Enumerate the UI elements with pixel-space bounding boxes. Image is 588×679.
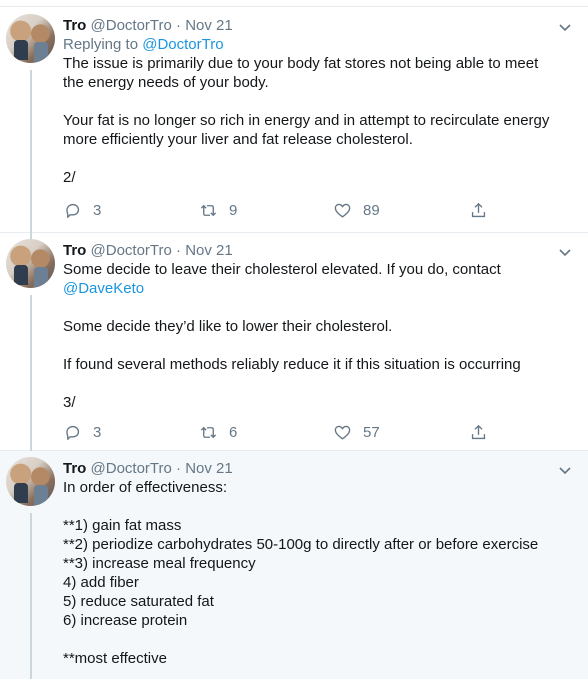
tweet-line: In order of effectiveness: [63,479,227,496]
reply-icon [66,425,80,440]
author-name[interactable]: Tro [63,460,86,477]
tweet-line: The issue is primarily due to your body … [63,55,539,72]
tweet-line: **most effective [63,650,167,667]
tweet-date[interactable]: Nov 21 [185,17,233,34]
tweet-date[interactable]: Nov 21 [185,460,233,477]
avatar[interactable] [6,457,55,506]
chevron-down-icon[interactable] [558,245,572,259]
avatar[interactable] [6,14,55,63]
chevron-down-icon[interactable] [558,20,572,34]
thread-connector [30,513,32,679]
tweet[interactable]: Tro @DoctorTro · Nov 21 Replying to @Doc… [0,8,588,240]
retweet-count: 9 [229,202,238,219]
tweet-header: Tro @DoctorTro · Nov 21 [63,17,568,35]
tweet-header: Tro @DoctorTro · Nov 21 [63,242,568,260]
share-icon [471,424,486,440]
avatar-column [6,14,56,63]
tweet-content: Tro @DoctorTro · Nov 21 In order of effe… [63,460,568,668]
share-icon [471,202,486,218]
author-handle[interactable]: @DoctorTro [91,460,172,477]
tweet-text: In order of effectiveness: **1) gain fat… [63,478,568,668]
tweet-line: Some decide they’d like to lower their c… [63,318,393,335]
retweet-button[interactable]: 6 [199,423,237,442]
avatar-column [6,457,56,506]
tweet-content: Tro @DoctorTro · Nov 21 Replying to @Doc… [63,17,568,187]
author-handle[interactable]: @DoctorTro [91,17,172,34]
heart-icon [334,425,351,440]
heart-icon [334,203,351,218]
tweet-line: 5) reduce saturated fat [63,593,214,610]
tweet-header: Tro @DoctorTro · Nov 21 [63,460,568,478]
like-count: 89 [363,202,380,219]
like-count: 57 [363,424,380,441]
reply-icon [66,203,80,218]
tweet-line: **2) periodize carbohydrates 50-100g to … [63,536,539,553]
avatar-column [6,239,56,288]
author-name[interactable]: Tro [63,242,86,259]
replying-to: Replying to @DoctorTro [63,35,568,54]
thread-connector [30,70,32,240]
tweet-content: Tro @DoctorTro · Nov 21 Some decide to l… [63,242,568,412]
retweet-icon [200,204,217,217]
thread-connector [30,295,32,458]
tweet-actions: 3 9 89 [63,201,503,221]
tweet-line: If found several methods reliably reduce… [63,356,521,373]
tweet-actions: 3 6 57 [63,423,503,443]
reply-button[interactable]: 3 [63,423,101,442]
share-button[interactable] [469,423,499,442]
author-name[interactable]: Tro [63,17,86,34]
replying-to-link[interactable]: @DoctorTro [142,36,223,53]
tweet-text: The issue is primarily due to your body … [63,54,568,187]
header-separator: · [176,17,182,34]
author-handle[interactable]: @DoctorTro [91,242,172,259]
retweet-button[interactable]: 9 [199,201,237,220]
tweet-line: 2/ [63,169,76,186]
like-button[interactable]: 57 [333,423,380,442]
tweet-line: **3) increase meal frequency [63,555,256,572]
tweet-line: Your fat is no longer so rich in energy … [63,112,550,129]
avatar[interactable] [6,239,55,288]
chevron-down-icon[interactable] [558,463,572,477]
tweet[interactable]: Tro @DoctorTro · Nov 21 In order of effe… [0,451,588,679]
replying-prefix: Replying to [63,36,143,53]
like-button[interactable]: 89 [333,201,380,220]
tweet-line: more efficiently your liver and fat rele… [63,131,413,148]
header-separator: · [176,242,182,259]
tweet-text: Some decide to leave their cholesterol e… [63,260,568,412]
tweet-line: 4) add fiber [63,574,139,591]
retweet-count: 6 [229,424,238,441]
reply-count: 3 [93,424,102,441]
tweet-line: 6) increase protein [63,612,188,629]
retweet-icon [200,426,217,439]
mention-link[interactable]: @DaveKeto [63,279,568,298]
tweet-line: 3/ [63,394,76,411]
tweet[interactable]: Tro @DoctorTro · Nov 21 Some decide to l… [0,233,588,458]
tweet-line: the energy needs of your body. [63,74,269,91]
tweet-line: Some decide to leave their cholesterol e… [63,261,501,278]
tweet-date[interactable]: Nov 21 [185,242,233,259]
header-separator: · [176,460,182,477]
share-button[interactable] [469,201,499,220]
tweet-line: **1) gain fat mass [63,517,182,534]
reply-count: 3 [93,202,102,219]
timeline-top-border [0,0,588,7]
reply-button[interactable]: 3 [63,201,101,220]
